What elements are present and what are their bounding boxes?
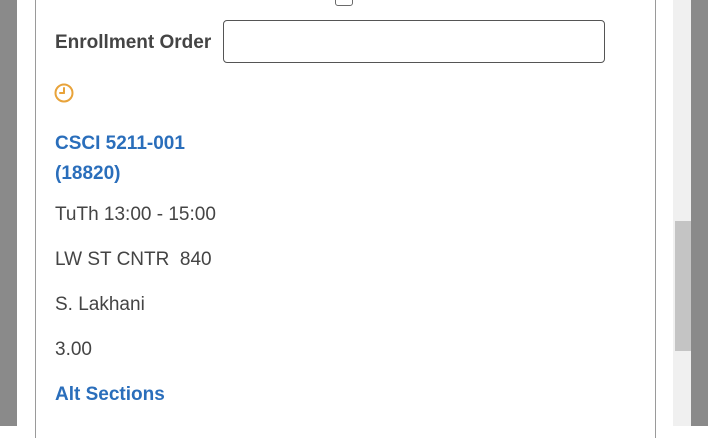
enrollment-order-label: Enrollment Order [55,32,212,53]
course-instructor: S. Lakhani [55,294,145,315]
window-left-edge [0,0,17,426]
scrollbar-track[interactable] [673,0,691,426]
scrollbar-thumb[interactable] [675,221,691,351]
next-course-card [35,418,656,438]
course-class-number: (18820) [55,163,121,184]
course-title-link[interactable]: CSCI 5211-001 (18820) [55,129,185,189]
select-checkbox[interactable] [335,0,353,6]
course-location: LW ST CNTR 840 [55,249,212,270]
course-schedule: TuTh 13:00 - 15:00 [55,204,216,225]
course-credits: 3.00 [55,339,92,360]
course-code: CSCI 5211-001 [55,133,185,154]
window-right-edge [691,0,708,426]
enrollment-order-input[interactable] [223,20,605,63]
alt-sections-link[interactable]: Alt Sections [55,384,165,406]
clock-icon [54,83,74,103]
